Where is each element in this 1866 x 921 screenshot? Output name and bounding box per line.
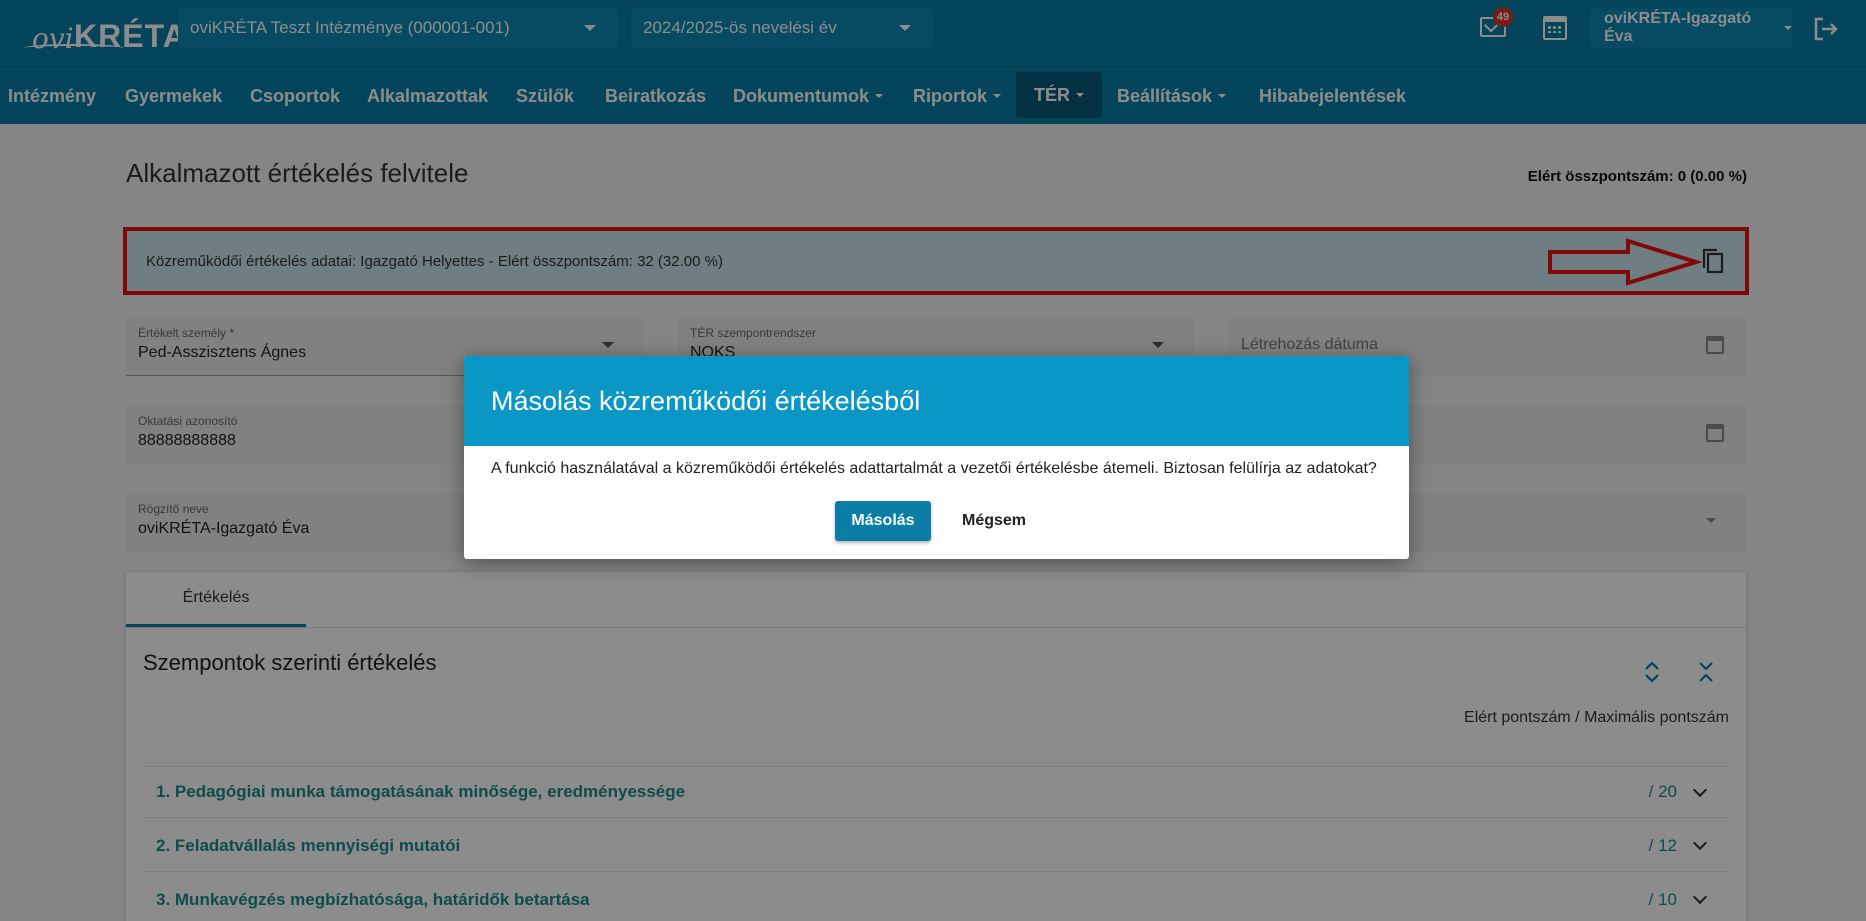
dialog-message: A funkció használatával a közreműködői é… <box>491 460 1377 477</box>
dialog-title: Másolás közreműködői értékelésből <box>464 356 1409 446</box>
cancel-button[interactable]: Mégsem <box>946 501 1042 541</box>
copy-button[interactable]: Másolás <box>835 501 931 541</box>
copy-dialog: Másolás közreműködői értékelésből A funk… <box>464 356 1409 559</box>
